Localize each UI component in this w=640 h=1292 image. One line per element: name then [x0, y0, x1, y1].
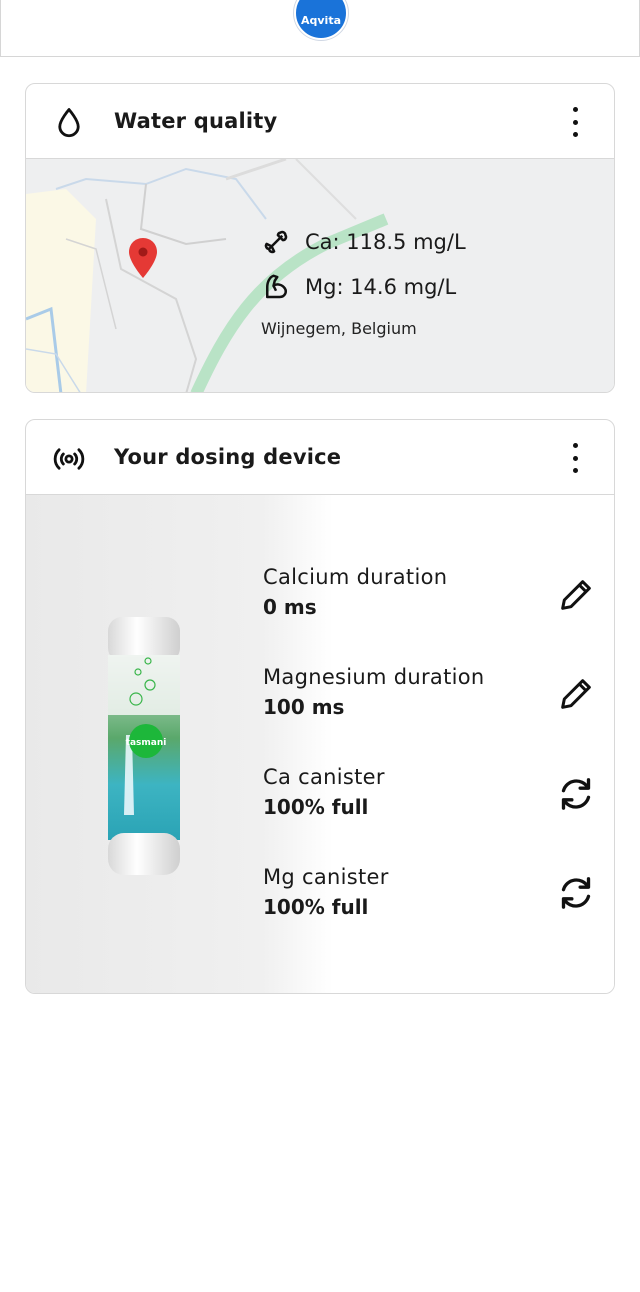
- water-quality-card: Water quality Ca: 118.5 mg/L Mg: 14.6 mg…: [25, 83, 615, 393]
- dot-icon: [572, 107, 578, 112]
- ca-canister-item: Ca canister 100% full: [263, 765, 485, 865]
- edit-magnesium-duration-button[interactable]: [556, 674, 596, 714]
- dot-icon: [572, 119, 578, 125]
- aqvita-logo[interactable]: Aqvita: [294, 0, 348, 40]
- dot-icon: [572, 132, 578, 137]
- edit-calcium-duration-button[interactable]: [556, 575, 596, 615]
- broadcast-signal-icon: [53, 448, 85, 470]
- location-text: Wijnegem, Belgium: [261, 319, 417, 338]
- param-label: Ca canister: [263, 765, 385, 789]
- logo-text: Aqvita: [300, 13, 341, 27]
- dosing-device-menu-button[interactable]: [560, 440, 590, 476]
- magnesium-value: Mg: 14.6 mg/L: [305, 274, 457, 299]
- calcium-value: Ca: 118.5 mg/L: [305, 229, 466, 254]
- dosing-cartridge-image: tasmani: [108, 617, 180, 875]
- param-label: Calcium duration: [263, 565, 448, 589]
- dosing-device-header: Your dosing device: [26, 420, 614, 495]
- dot-icon: [572, 468, 578, 473]
- dot-icon: [572, 455, 578, 461]
- magnesium-row: Mg: 14.6 mg/L: [261, 264, 466, 309]
- bone-icon: [264, 230, 288, 253]
- param-value: 100% full: [263, 895, 369, 919]
- app-header: Aqvita: [0, 0, 640, 57]
- dot-icon: [572, 443, 578, 448]
- water-quality-info: Ca: 118.5 mg/L Mg: 14.6 mg/L Wijnegem, B…: [261, 219, 466, 339]
- dosing-parameters: Calcium duration 0 ms Magnesium duration…: [263, 565, 485, 965]
- param-value: 100 ms: [263, 695, 345, 719]
- water-quality-title: Water quality: [114, 109, 278, 133]
- dosing-device-title: Your dosing device: [114, 445, 342, 469]
- param-value: 100% full: [263, 795, 369, 819]
- water-quality-menu-button[interactable]: [560, 104, 590, 140]
- param-value: 0 ms: [263, 595, 317, 619]
- refresh-ca-canister-button[interactable]: [556, 774, 596, 814]
- param-label: Magnesium duration: [263, 665, 485, 689]
- param-label: Mg canister: [263, 865, 389, 889]
- dosing-device-card: Your dosing device tasmani Calcium durat…: [25, 419, 615, 994]
- map-pin-icon: [129, 238, 157, 278]
- calcium-row: Ca: 118.5 mg/L: [261, 219, 466, 264]
- product-label: tasmani: [126, 738, 167, 748]
- magnesium-duration-item: Magnesium duration 100 ms: [263, 665, 485, 765]
- dosing-device-body: tasmani Calcium duration 0 ms Magnesium …: [26, 495, 614, 993]
- calcium-duration-item: Calcium duration 0 ms: [263, 565, 485, 665]
- refresh-mg-canister-button[interactable]: [556, 873, 596, 913]
- water-quality-header: Water quality: [26, 84, 614, 159]
- muscle-icon: [266, 274, 287, 298]
- water-drop-icon: [58, 108, 80, 138]
- mg-canister-item: Mg canister 100% full: [263, 865, 485, 965]
